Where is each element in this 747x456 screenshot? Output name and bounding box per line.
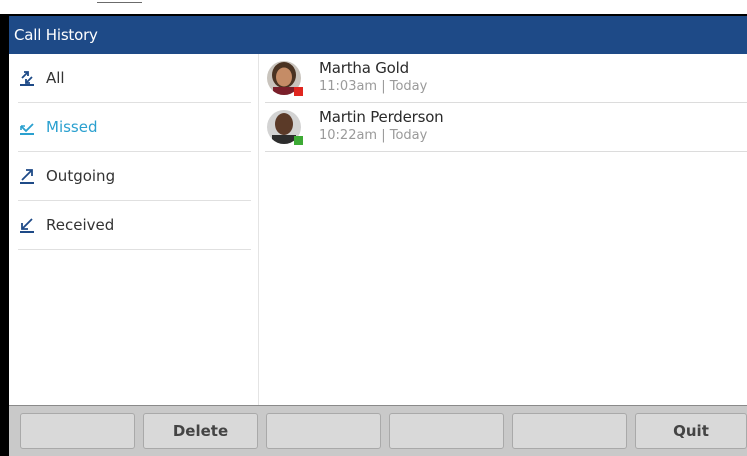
- contact-name: Martin Perderson: [319, 108, 444, 126]
- presence-busy-icon: [294, 87, 303, 96]
- phone-screen: Call History All Missed Outgoing Receive…: [0, 14, 747, 456]
- softkey-bar: Delete Quit: [9, 405, 747, 456]
- sidebar-item-received[interactable]: Received: [18, 201, 251, 250]
- contact-avatar: [267, 60, 303, 96]
- sidebar-item-label: Outgoing: [46, 167, 116, 185]
- main-content: All Missed Outgoing Received Martha Gold…: [9, 54, 747, 405]
- sidebar-item-label: All: [46, 69, 65, 87]
- sidebar-item-all[interactable]: All: [18, 54, 251, 103]
- all-calls-icon: [18, 69, 36, 87]
- top-strip: [0, 0, 747, 14]
- contact-avatar: [267, 109, 303, 145]
- call-filter-sidebar: All Missed Outgoing Received: [9, 54, 259, 405]
- app-header: Call History: [9, 16, 747, 54]
- presence-available-icon: [294, 136, 303, 145]
- delete-button[interactable]: Delete: [143, 413, 258, 449]
- missed-call-icon: [18, 118, 36, 136]
- quit-button[interactable]: Quit: [635, 413, 747, 449]
- call-time: 11:03am | Today: [319, 79, 428, 94]
- call-time: 10:22am | Today: [319, 128, 428, 143]
- outgoing-call-icon: [18, 167, 36, 185]
- call-entry-martin-perderson[interactable]: Martin Perderson 10:22am | Today: [265, 103, 747, 152]
- sidebar-item-label: Missed: [46, 118, 98, 136]
- sidebar-item-outgoing[interactable]: Outgoing: [18, 152, 251, 201]
- call-history-list: Martha Gold 11:03am | Today Martin Perde…: [259, 54, 747, 405]
- softkey-5[interactable]: [512, 413, 627, 449]
- softkey-3[interactable]: [266, 413, 381, 449]
- page-title: Call History: [14, 26, 98, 44]
- sidebar-item-label: Received: [46, 216, 115, 234]
- contact-name: Martha Gold: [319, 59, 409, 77]
- softkey-1[interactable]: [20, 413, 135, 449]
- received-call-icon: [18, 216, 36, 234]
- tab-indicator: [97, 2, 142, 3]
- call-entry-martha-gold[interactable]: Martha Gold 11:03am | Today: [265, 54, 747, 103]
- softkey-4[interactable]: [389, 413, 504, 449]
- sidebar-item-missed[interactable]: Missed: [18, 103, 251, 152]
